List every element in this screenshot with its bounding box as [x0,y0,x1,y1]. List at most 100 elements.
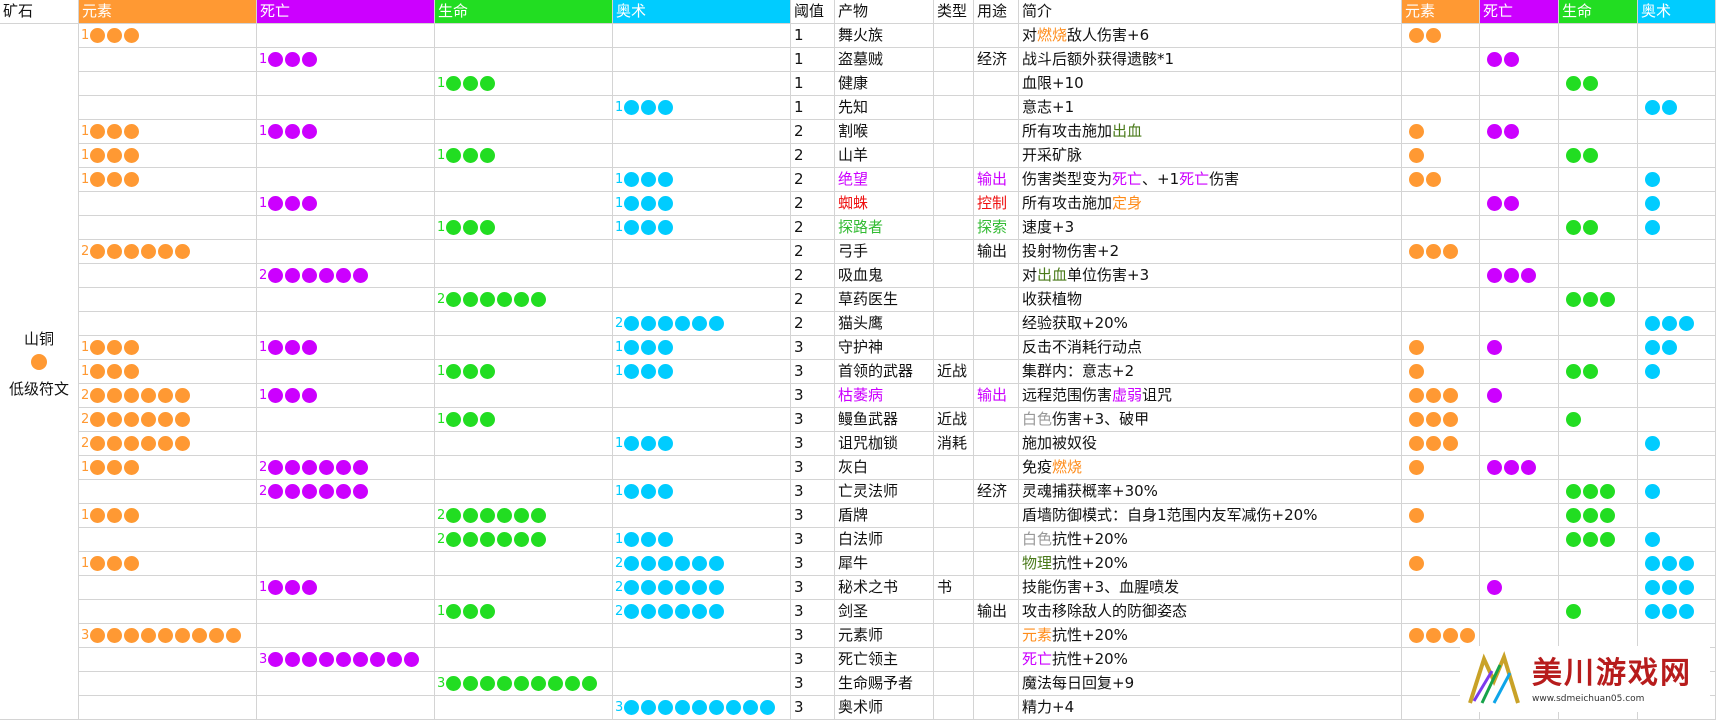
row-3-threshold: 1 [791,72,835,96]
dot-icon [268,580,284,595]
row-3-c-life [1559,72,1638,96]
row-20-element [79,480,257,504]
level-number: 3 [259,652,268,667]
row-3-product: 健康 [835,72,934,96]
row-10-threshold: 2 [791,240,835,264]
dot-icon [1662,580,1677,595]
row-9-c-death [1480,216,1559,240]
product-name: 先知 [838,98,869,116]
description-segment: 意志+1 [1022,98,1075,116]
dot-icon [319,268,335,283]
header-label: 元素 [82,2,113,20]
threshold-value: 1 [794,74,804,92]
row-23-arcane: 2 [613,552,791,576]
dot-icon [1409,28,1424,43]
use-value: 输出 [977,242,1008,260]
row-11-arcane [613,264,791,288]
level-number: 2 [437,532,446,547]
dot-icon [624,364,640,379]
dot-icon [90,436,106,451]
dot-group [1643,604,1696,619]
row-28-arcane [613,672,791,696]
dot-icon [446,364,462,379]
row-3-use [974,72,1019,96]
description-segment: 燃烧 [1037,26,1068,44]
dot-icon [90,340,106,355]
dot-icon [1645,196,1660,211]
dot-icon [1409,436,1424,451]
row-7-life [435,168,613,192]
product-name: 鳗鱼武器 [838,410,899,428]
dot-icon [124,412,140,427]
row-4-c-death [1480,96,1559,120]
dot-icon [1426,388,1441,403]
dot-group: 3 [435,676,599,691]
row-24-life [435,576,613,600]
dot-group: 2 [79,388,192,403]
level-number: 1 [615,340,624,355]
dot-icon [175,628,191,643]
description: 远程范围伤害虚弱诅咒 [1019,388,1172,403]
dot-icon [514,532,530,547]
dot-icon [1583,508,1598,523]
row-12-desc: 收获植物 [1019,288,1402,312]
level-number: 1 [81,28,90,43]
dot-icon [565,676,581,691]
row-4-threshold: 1 [791,96,835,120]
row-13-death [257,312,435,336]
row-1-use [974,24,1019,48]
row-25-death [257,600,435,624]
description-segment: 抗性+20% [1052,626,1128,644]
dot-icon [158,412,174,427]
level-number: 3 [437,676,446,691]
dot-icon [1583,76,1598,91]
row-29-arcane: 3 [613,696,791,720]
row-3-c-death [1480,72,1559,96]
dot-icon [107,124,123,139]
row-5-product: 割喉 [835,120,934,144]
description-segment: 反击不消耗行动点 [1022,338,1143,356]
dot-icon [641,532,657,547]
dot-group: 1 [257,580,319,595]
row-23-use [974,552,1019,576]
ore-name: 山铜 [23,330,54,348]
row-25-c-life [1559,600,1638,624]
threshold-value: 1 [794,50,804,68]
row-12-use [974,288,1019,312]
product-name: 山羊 [838,146,869,164]
dot-icon [1645,604,1660,619]
row-4-c-element [1402,96,1480,120]
dot-icon [641,196,657,211]
description-segment: 燃烧 [1052,458,1083,476]
product-name: 元素师 [838,626,884,644]
dot-icon [1504,460,1519,475]
dot-icon [158,388,174,403]
dot-icon [446,292,462,307]
dot-icon [1409,172,1424,187]
row-9-c-arcane [1638,216,1716,240]
dot-group [1407,388,1460,403]
dot-group: 1 [613,484,675,499]
dot-group [1643,172,1662,187]
description: 死亡抗性+20% [1019,652,1128,667]
level-number: 2 [81,436,90,451]
dot-icon [302,196,318,211]
dot-icon [302,124,318,139]
row-23-c-element [1402,552,1480,576]
dot-icon [124,148,140,163]
row-2-product: 盗墓贼 [835,48,934,72]
row-17-desc: 白色伤害+3、破甲 [1019,408,1402,432]
dot-icon [641,436,657,451]
dot-icon [658,316,674,331]
level-number: 1 [615,532,624,547]
row-15-c-arcane [1638,360,1716,384]
dot-icon [285,52,301,67]
row-28-type [934,672,974,696]
row-4-product: 先知 [835,96,934,120]
dot-icon [1662,316,1677,331]
row-22-c-life [1559,528,1638,552]
level-number: 1 [81,556,90,571]
dot-icon [90,172,106,187]
dot-icon [463,508,479,523]
row-16-c-life [1559,384,1638,408]
